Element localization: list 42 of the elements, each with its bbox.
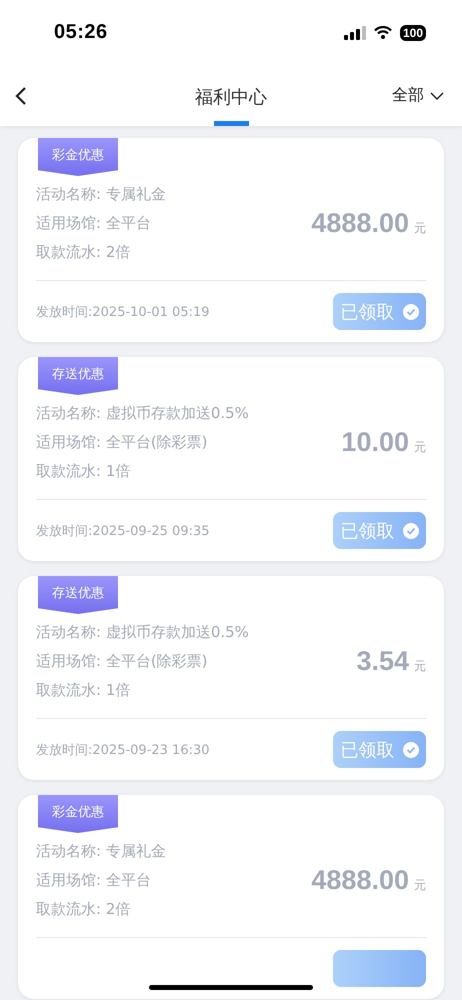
amount-unit: 元 [414, 658, 426, 674]
detail-text: 适用场馆: 全平台 [36, 213, 152, 233]
status-time: 05:26 [54, 21, 108, 44]
category-tag: 存送优惠 [38, 357, 118, 395]
amount-value: 4888.00 [311, 208, 409, 238]
detail-text: 活动名称: 虚拟币存款加送0.5% [36, 403, 249, 423]
detail-text: 适用场馆: 全平台(除彩票) [36, 651, 209, 671]
signal-icon [344, 26, 366, 40]
category-tag: 彩金优惠 [38, 138, 118, 176]
category-tag: 存送优惠 [38, 576, 118, 614]
wifi-icon [374, 26, 392, 39]
category-tag: 彩金优惠 [38, 795, 118, 833]
detail-text: 取款流水: 1倍 [36, 680, 132, 700]
detail-text: 活动名称: 虚拟币存款加送0.5% [36, 622, 249, 642]
detail-text: 适用场馆: 全平台(除彩票) [36, 432, 209, 452]
amount-value: 3.54 [356, 646, 409, 676]
detail-text: 活动名称: 专属礼金 [36, 184, 166, 204]
detail-text: 取款流水: 2倍 [36, 242, 132, 262]
amount-value: 10.00 [341, 426, 409, 458]
claim-button[interactable]: 已领取 [333, 512, 426, 549]
amount-unit: 元 [414, 876, 426, 894]
claim-button[interactable]: 已领取 [333, 731, 426, 768]
detail-text: 适用场馆: 全平台 [36, 870, 152, 890]
issue-time: 发放时间:2025-09-25 09:35 [36, 522, 210, 540]
page-title: 福利中心 [195, 86, 267, 109]
detail-text: 取款流水: 1倍 [36, 461, 132, 481]
detail-text: 取款流水: 2倍 [36, 899, 132, 919]
claim-button[interactable]: 已领取 [333, 293, 426, 330]
filter-dropdown[interactable]: 全部 [392, 85, 444, 106]
detail-text: 活动名称: 专属礼金 [36, 841, 166, 861]
battery-indicator: 100 [400, 24, 426, 40]
amount-unit: 元 [414, 220, 426, 236]
check-icon [402, 742, 418, 758]
check-icon [402, 522, 418, 538]
amount-unit: 元 [414, 438, 426, 456]
back-icon[interactable] [15, 86, 27, 104]
check-icon [402, 304, 418, 320]
issue-time: 发放时间:2025-10-01 05:19 [36, 304, 210, 320]
chevron-down-icon [430, 92, 444, 100]
amount-value: 4888.00 [311, 864, 409, 896]
issue-time: 发放时间:2025-09-23 16:30 [36, 742, 210, 758]
title-underline [214, 121, 248, 126]
